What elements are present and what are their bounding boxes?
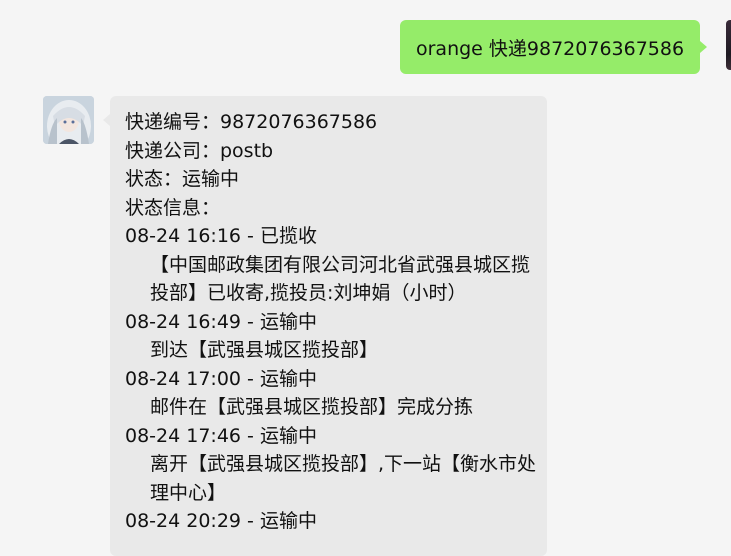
user-avatar[interactable] xyxy=(726,20,731,70)
event-time: 08-24 17:46 - 运输中 xyxy=(125,424,317,447)
incoming-message-bubble[interactable]: 快递编号：9872076367586 快递公司：postb 状态：运输中 状态信… xyxy=(103,96,547,556)
outgoing-message-text: orange 快递9872076367586 xyxy=(416,37,685,60)
courier-company-line: 快递公司：postb xyxy=(125,139,274,162)
event-time: 08-24 17:00 - 运输中 xyxy=(125,367,317,390)
tracking-event: 08-24 16:16 - 已揽收 【中国邮政集团有限公司河北省武强县城区揽投部… xyxy=(125,222,547,308)
tracking-event: 08-24 17:00 - 运输中 邮件在【武强县城区揽投部】完成分拣 xyxy=(125,365,547,422)
status-info-header: 状态信息： xyxy=(125,196,221,219)
event-detail: 到达【武强县城区揽投部】 xyxy=(150,339,379,361)
event-time: 08-24 16:16 - 已揽收 xyxy=(125,225,317,247)
event-detail: 【中国邮政集团有限公司河北省武强县城区揽投部】已收寄,揽投员:刘坤娟（小时） xyxy=(150,253,531,305)
tracking-event: 08-24 17:46 - 运输中 离开【武强县城区揽投部】,下一站【衡水市处理… xyxy=(125,422,547,508)
event-detail: 邮件在【武强县城区揽投部】完成分拣 xyxy=(150,396,474,418)
bot-avatar[interactable] xyxy=(43,96,94,144)
tracking-event: 08-24 16:49 - 运输中 到达【武强县城区揽投部】 xyxy=(125,308,547,365)
status-line: 状态：运输中 xyxy=(125,168,240,190)
anime-avatar-icon xyxy=(43,96,94,144)
event-time: 08-24 16:49 - 运输中 xyxy=(125,310,317,333)
event-detail: 离开【武强县城区揽投部】,下一站【衡水市处理中心】 xyxy=(150,453,537,504)
tracking-number-line: 快递编号：9872076367586 xyxy=(125,111,378,133)
tracking-event: 08-24 20:29 - 运输中 xyxy=(125,507,547,536)
outgoing-message-bubble[interactable]: orange 快递9872076367586 xyxy=(400,20,708,74)
event-time: 08-24 20:29 - 运输中 xyxy=(125,510,317,532)
